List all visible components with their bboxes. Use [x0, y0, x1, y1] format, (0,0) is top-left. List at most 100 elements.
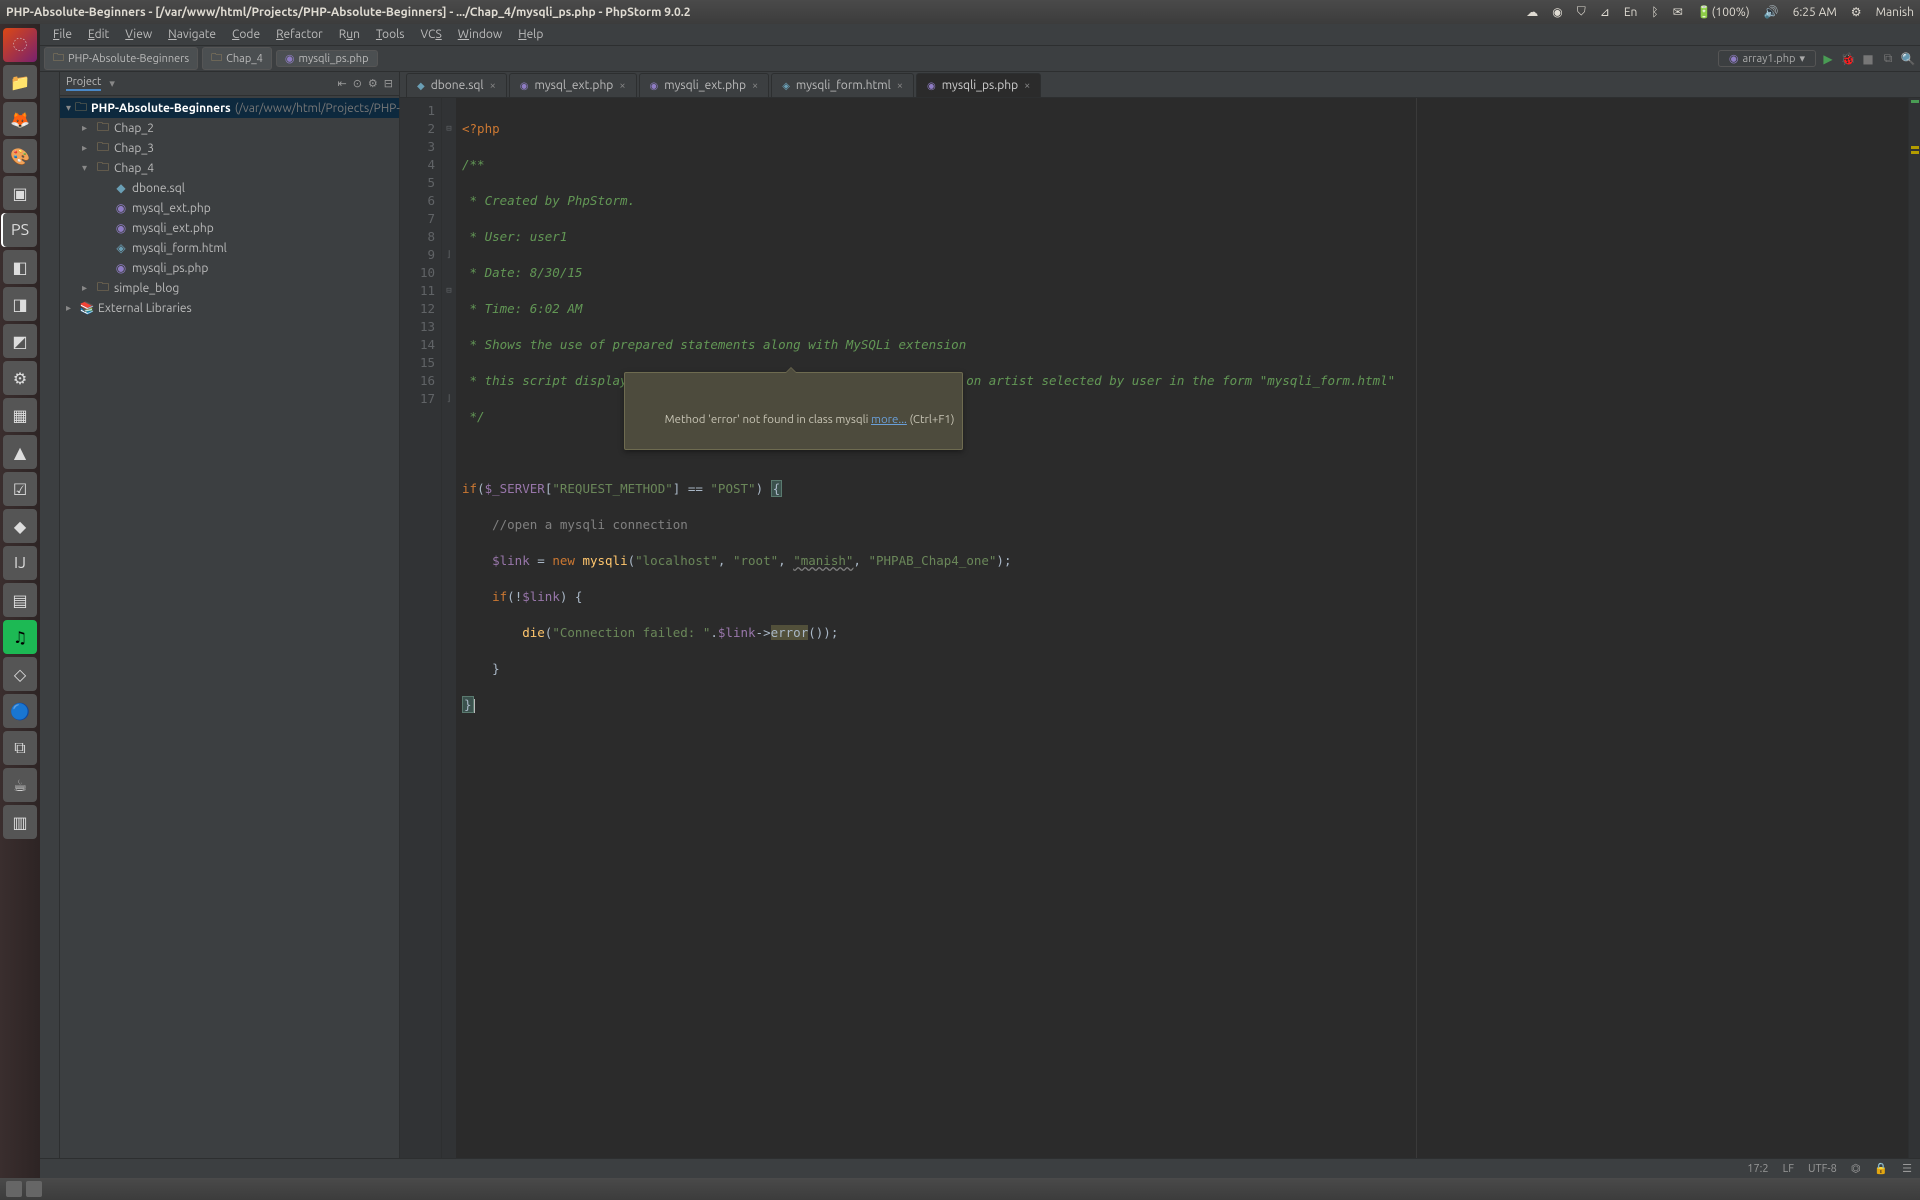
- tree-external-libs[interactable]: ▸📚External Libraries: [60, 298, 399, 318]
- launcher-app8[interactable]: 🔵: [3, 694, 37, 728]
- username[interactable]: Manish: [1876, 6, 1914, 19]
- close-icon[interactable]: ×: [752, 80, 758, 92]
- stop-button[interactable]: ■: [1860, 51, 1876, 67]
- tree-file[interactable]: ◉mysqli_ps.php: [60, 258, 399, 278]
- menu-navigate[interactable]: Navigate: [161, 26, 223, 43]
- tooltip-more-link[interactable]: more...: [871, 413, 907, 426]
- tree-root[interactable]: ▾🗀PHP-Absolute-Beginners (/var/www/html/…: [60, 98, 399, 118]
- tab-mysqli-ext[interactable]: ◉mysqli_ext.php×: [639, 73, 770, 97]
- fold-gutter[interactable]: ⊟⌋⊟⌋: [442, 98, 456, 1158]
- launcher-dash[interactable]: ◌: [3, 28, 37, 62]
- launcher-terminal[interactable]: ▣: [3, 176, 37, 210]
- status-context[interactable]: ⏣: [1851, 1162, 1861, 1175]
- launcher-app[interactable]: ◧: [3, 250, 37, 284]
- launcher-gimp[interactable]: 🎨: [3, 139, 37, 173]
- menu-tools[interactable]: Tools: [369, 26, 412, 43]
- tab-mysql-ext[interactable]: ◉mysql_ext.php×: [509, 73, 637, 97]
- tree-folder-chap3[interactable]: ▸🗀Chap_3: [60, 138, 399, 158]
- clock[interactable]: 6:25 AM: [1793, 6, 1837, 19]
- launcher-phpstorm[interactable]: PS: [3, 213, 37, 247]
- launcher-vscode[interactable]: ⧉: [3, 731, 37, 765]
- launcher-spotify[interactable]: ♫: [3, 620, 37, 654]
- collapse-icon[interactable]: ⇤: [337, 77, 346, 90]
- window-item[interactable]: [6, 1181, 22, 1197]
- tab-mysqli-form[interactable]: ◈mysqli_form.html×: [771, 73, 914, 97]
- bluetooth-icon[interactable]: ᛒ: [1651, 6, 1658, 19]
- tree-folder-chap4[interactable]: ▾🗀Chap_4: [60, 158, 399, 178]
- system-tray: ☁ ◉ ⛉ ⊿ En ᛒ ✉ 🔋 (100%) 🔊 6:25 AM ⚙ Mani…: [1526, 5, 1914, 19]
- mail-icon[interactable]: ✉: [1673, 5, 1683, 19]
- debug-button[interactable]: 🐞: [1840, 51, 1856, 67]
- launcher-java[interactable]: ☕: [3, 768, 37, 802]
- menu-refactor[interactable]: Refactor: [269, 26, 330, 43]
- code-content[interactable]: <?php /** * Created by PhpStorm. * User:…: [456, 98, 1908, 1158]
- hide-icon[interactable]: ⊟: [384, 77, 393, 90]
- launcher-app5[interactable]: ☑: [3, 472, 37, 506]
- wifi-icon[interactable]: ⊿: [1600, 5, 1610, 19]
- launcher-firefox[interactable]: 🦊: [3, 102, 37, 136]
- close-icon[interactable]: ×: [490, 80, 496, 92]
- cloud-icon[interactable]: ☁: [1526, 5, 1538, 19]
- window-item[interactable]: [26, 1181, 42, 1197]
- menu-run[interactable]: Run: [332, 26, 367, 43]
- tree-file[interactable]: ◈mysqli_form.html: [60, 238, 399, 258]
- menu-code[interactable]: Code: [225, 26, 267, 43]
- tree-folder-simple[interactable]: ▸🗀simple_blog: [60, 278, 399, 298]
- menu-view[interactable]: View: [118, 26, 159, 43]
- stripe-mark[interactable]: [1911, 100, 1919, 103]
- php-icon: ◉: [1729, 52, 1739, 65]
- tab-mysqli-ps[interactable]: ◉mysqli_ps.php×: [916, 73, 1041, 97]
- close-icon[interactable]: ×: [619, 80, 625, 92]
- volume-icon[interactable]: 🔊: [1764, 5, 1779, 19]
- coverage-button[interactable]: ⧉: [1880, 51, 1896, 67]
- code-editor[interactable]: 1234567891011121314151617 ⊟⌋⊟⌋ <?php /**…: [400, 98, 1920, 1158]
- chrome-icon[interactable]: ◉: [1552, 5, 1562, 19]
- breadcrumb-file[interactable]: ◉mysqli_ps.php: [276, 50, 378, 67]
- launcher-settings[interactable]: ⚙: [3, 361, 37, 395]
- launcher-vlc[interactable]: ▲: [3, 435, 37, 469]
- launcher-app2[interactable]: ◨: [3, 287, 37, 321]
- lock-icon[interactable]: 🔒: [1874, 1162, 1888, 1175]
- menu-help[interactable]: Help: [511, 26, 550, 43]
- launcher-app6[interactable]: ◆: [3, 509, 37, 543]
- breadcrumb-folder[interactable]: 🗀Chap_4: [202, 47, 272, 70]
- status-encoding[interactable]: UTF-8: [1808, 1163, 1837, 1175]
- shield-icon[interactable]: ⛉: [1577, 5, 1586, 19]
- tree-file[interactable]: ◆dbone.sql: [60, 178, 399, 198]
- stripe-mark[interactable]: [1911, 151, 1919, 154]
- tree-file[interactable]: ◉mysql_ext.php: [60, 198, 399, 218]
- menu-file[interactable]: File: [46, 26, 79, 43]
- tool-strip-left[interactable]: [40, 72, 60, 1158]
- keyboard-indicator[interactable]: En: [1624, 6, 1638, 19]
- status-line-ending[interactable]: LF: [1783, 1163, 1794, 1175]
- run-button[interactable]: ▶: [1820, 51, 1836, 67]
- close-icon[interactable]: ×: [897, 80, 903, 92]
- battery-indicator[interactable]: 🔋 (100%): [1697, 5, 1750, 19]
- close-icon[interactable]: ×: [1024, 80, 1030, 92]
- launcher-app9[interactable]: ▥: [3, 805, 37, 839]
- run-config-selector[interactable]: ◉array1.php ▾: [1718, 50, 1816, 67]
- tab-dbone[interactable]: ◆dbone.sql×: [406, 73, 507, 97]
- chevron-down-icon[interactable]: ▾: [109, 77, 115, 90]
- launcher-app7[interactable]: ◇: [3, 657, 37, 691]
- gear-icon[interactable]: ⚙: [1851, 5, 1862, 19]
- error-stripe[interactable]: [1908, 98, 1920, 1158]
- breadcrumb-root[interactable]: 🗀PHP-Absolute-Beginners: [44, 47, 198, 70]
- menu-window[interactable]: Window: [451, 26, 509, 43]
- status-menu-icon[interactable]: ☰: [1902, 1162, 1912, 1175]
- launcher-idea[interactable]: IJ: [3, 546, 37, 580]
- launcher-app4[interactable]: ▦: [3, 398, 37, 432]
- launcher-app3[interactable]: ◩: [3, 324, 37, 358]
- stripe-mark[interactable]: [1911, 146, 1919, 149]
- project-panel-header[interactable]: Project ▾ ⇤ ⊙ ⚙ ⊟: [60, 72, 399, 96]
- menu-vcs[interactable]: VCS: [413, 26, 448, 43]
- tree-folder-chap2[interactable]: ▸🗀Chap_2: [60, 118, 399, 138]
- launcher-calc[interactable]: ▤: [3, 583, 37, 617]
- gear-icon[interactable]: ⚙: [368, 77, 378, 90]
- launcher-files[interactable]: 📁: [3, 65, 37, 99]
- search-button[interactable]: 🔍: [1900, 51, 1916, 67]
- menu-edit[interactable]: Edit: [81, 26, 116, 43]
- autoscroll-icon[interactable]: ⊙: [353, 77, 362, 90]
- tree-file[interactable]: ◉mysqli_ext.php: [60, 218, 399, 238]
- status-caret-pos[interactable]: 17:2: [1747, 1163, 1768, 1175]
